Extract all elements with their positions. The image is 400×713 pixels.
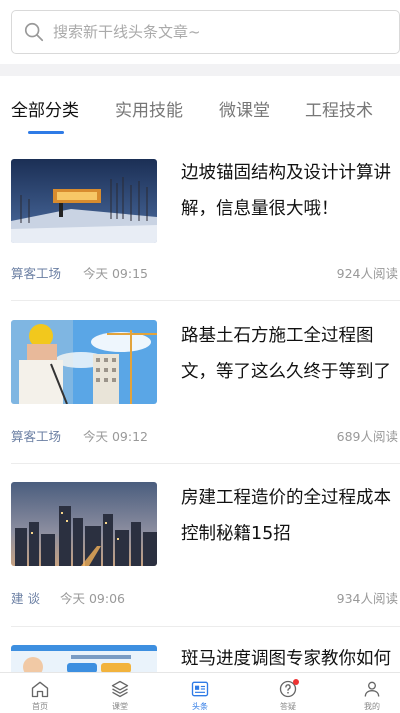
tab-skills[interactable]: 实用技能 (115, 96, 183, 121)
tab-micro-class[interactable]: 微课堂 (219, 96, 270, 121)
search-bar (0, 0, 400, 64)
nav-label: 课堂 (112, 702, 128, 711)
notification-badge (293, 679, 299, 685)
list-item[interactable]: 斑马进度调图专家教你如何 (0, 626, 400, 672)
nav-label: 头条 (192, 702, 208, 711)
home-icon (31, 681, 49, 698)
article-title-line: 斑马进度调图专家教你如何 (181, 649, 391, 669)
article-title-line: 控制秘籍15招 (181, 524, 291, 544)
article-reads: 924人阅读 (336, 266, 398, 281)
search-box[interactable] (11, 10, 400, 54)
nav-label: 我的 (364, 702, 380, 711)
nav-classroom[interactable]: 课堂 (80, 673, 160, 713)
tab-all[interactable]: 全部分类 (11, 96, 79, 121)
tab-engineering[interactable]: 工程技术 (305, 96, 373, 121)
nav-home[interactable]: 首页 (0, 673, 80, 713)
news-icon (191, 681, 209, 697)
article-thumbnail (11, 320, 157, 404)
nav-qa[interactable]: 答疑 (248, 673, 328, 713)
article-title-line: 边坡锚固结构及设计计算讲 (181, 163, 391, 183)
list-item[interactable]: 路基土石方施工全过程图 文，等了这么久终于等到了 算客工场 今天 09:12 6… (0, 301, 400, 464)
search-input[interactable] (53, 23, 353, 41)
list-item[interactable]: 房建工程造价的全过程成本 控制秘籍15招 建 谈 今天 09:06 934人阅读 (0, 463, 400, 627)
nav-news[interactable]: 头条 (160, 673, 240, 713)
article-thumbnail (11, 482, 157, 566)
article-title-line: 解，信息量很大哦！ (181, 199, 339, 219)
article-reads: 689人阅读 (336, 429, 398, 444)
search-icon (24, 22, 44, 42)
article-thumbnail (11, 159, 157, 243)
nav-label: 首页 (32, 702, 48, 711)
nav-label: 答疑 (280, 702, 296, 711)
article-time: 今天 09:06 (60, 591, 125, 606)
article-thumbnail (11, 645, 157, 672)
list-item[interactable]: 边坡锚固结构及设计计算讲 解，信息量很大哦！ 算客工场 今天 09:15 924… (0, 138, 400, 301)
bottom-navigation: 首页 课堂 头条 答疑 我的 (0, 672, 400, 713)
article-source: 建 谈 (11, 591, 40, 606)
article-source: 算客工场 (11, 429, 62, 444)
article-title-line: 路基土石方施工全过程图 (181, 326, 374, 346)
article-source: 算客工场 (11, 266, 62, 281)
layers-icon (111, 680, 129, 698)
article-time: 今天 09:12 (83, 429, 148, 444)
active-tab-indicator (28, 131, 64, 134)
section-gap (0, 64, 400, 76)
article-title-line: 房建工程造价的全过程成本 (181, 488, 391, 508)
nav-profile[interactable]: 我的 (332, 673, 400, 713)
article-time: 今天 09:15 (83, 266, 148, 281)
category-tabs: 全部分类 实用技能 微课堂 工程技术 (0, 76, 400, 138)
user-icon (364, 681, 380, 697)
article-title-line: 文，等了这么久终于等到了 (181, 362, 391, 382)
article-reads: 934人阅读 (336, 591, 398, 606)
